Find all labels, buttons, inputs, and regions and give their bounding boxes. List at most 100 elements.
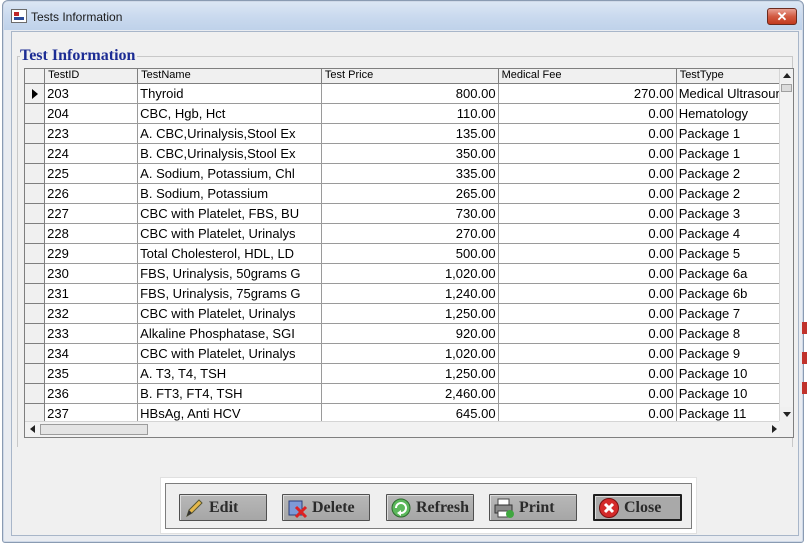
cell-medical-fee[interactable]: 0.00: [498, 363, 677, 384]
cell-testid[interactable]: 233: [44, 323, 139, 344]
cell-testid[interactable]: 232: [44, 303, 139, 324]
row-selector[interactable]: [25, 123, 46, 144]
cell-test-price[interactable]: 1,020.00: [321, 263, 499, 284]
cell-testtype[interactable]: Package 10: [676, 363, 793, 384]
cell-medical-fee[interactable]: 0.00: [498, 263, 677, 284]
cell-testname[interactable]: CBC, Hgb, Hct: [137, 103, 322, 124]
cell-testid[interactable]: 225: [44, 163, 139, 184]
table-row[interactable]: 236 B. FT3, FT4, TSH 2,460.00 0.00 Package 1…: [25, 383, 793, 404]
cell-testid[interactable]: 237: [44, 403, 139, 424]
cell-test-price[interactable]: 1,020.00: [321, 343, 499, 364]
cell-test-price[interactable]: 1,250.00: [321, 363, 499, 384]
cell-testtype[interactable]: Package 11: [676, 403, 793, 424]
cell-medical-fee[interactable]: 0.00: [498, 223, 677, 244]
cell-medical-fee[interactable]: 0.00: [498, 303, 677, 324]
table-row[interactable]: 203 Thyroid 800.00 270.00 Medical Ultrasound: [25, 83, 793, 104]
cell-testid[interactable]: 236: [44, 383, 139, 404]
cell-test-price[interactable]: 270.00: [321, 223, 499, 244]
cell-testname[interactable]: Thyroid: [137, 83, 322, 104]
cell-medical-fee[interactable]: 0.00: [498, 243, 677, 264]
cell-test-price[interactable]: 110.00: [321, 103, 499, 124]
cell-testid[interactable]: 224: [44, 143, 139, 164]
cell-testtype[interactable]: Package 8: [676, 323, 793, 344]
row-selector[interactable]: [25, 403, 46, 424]
cell-testid[interactable]: 227: [44, 203, 139, 224]
table-row[interactable]: 235 A. T3, T4, TSH 1,250.00 0.00 Package 10: [25, 363, 793, 384]
row-selector[interactable]: [25, 263, 46, 284]
cell-testname[interactable]: A. CBC,Urinalysis,Stool Ex: [137, 123, 322, 144]
cell-medical-fee[interactable]: 0.00: [498, 403, 677, 424]
vertical-scrollbar[interactable]: [779, 69, 793, 421]
cell-test-price[interactable]: 135.00: [321, 123, 499, 144]
table-row[interactable]: 234 CBC with Platelet, Urinalys 1,020.00 0.…: [25, 343, 793, 364]
cell-testid[interactable]: 204: [44, 103, 139, 124]
cell-testname[interactable]: CBC with Platelet, Urinalys: [137, 343, 322, 364]
cell-test-price[interactable]: 645.00: [321, 403, 499, 424]
cell-test-price[interactable]: 350.00: [321, 143, 499, 164]
close-button[interactable]: Close: [593, 494, 682, 521]
cell-testtype[interactable]: Hematology: [676, 103, 793, 124]
table-row[interactable]: 227 CBC with Platelet, FBS, BU 730.00 0.00 P…: [25, 203, 793, 224]
cell-testname[interactable]: A. Sodium, Potassium, Chl: [137, 163, 322, 184]
row-selector[interactable]: [25, 343, 46, 364]
cell-testtype[interactable]: Package 10: [676, 383, 793, 404]
row-selector[interactable]: [25, 103, 46, 124]
cell-testtype[interactable]: Medical Ultrasound: [676, 83, 793, 104]
cell-testtype[interactable]: Package 9: [676, 343, 793, 364]
cell-testname[interactable]: Total Cholesterol, HDL, LD: [137, 243, 322, 264]
row-selector[interactable]: [25, 223, 46, 244]
cell-testtype[interactable]: Package 5: [676, 243, 793, 264]
title-bar[interactable]: Tests Information ✕: [4, 2, 802, 30]
table-row[interactable]: 230 FBS, Urinalysis, 50grams G 1,020.00 0.0…: [25, 263, 793, 284]
cell-testtype[interactable]: Package 1: [676, 123, 793, 144]
row-selector[interactable]: [25, 303, 46, 324]
cell-testid[interactable]: 228: [44, 223, 139, 244]
row-selector[interactable]: [25, 283, 46, 304]
cell-testname[interactable]: HBsAg, Anti HCV: [137, 403, 322, 424]
table-row[interactable]: 223 A. CBC,Urinalysis,Stool Ex 135.00 0.00 P…: [25, 123, 793, 144]
cell-testname[interactable]: B. Sodium, Potassium: [137, 183, 322, 204]
vertical-scroll-thumb[interactable]: [781, 84, 792, 92]
window-close-button[interactable]: ✕: [767, 8, 797, 25]
cell-testtype[interactable]: Package 2: [676, 163, 793, 184]
row-selector[interactable]: [25, 383, 46, 404]
cell-test-price[interactable]: 920.00: [321, 323, 499, 344]
cell-medical-fee[interactable]: 0.00: [498, 123, 677, 144]
cell-test-price[interactable]: 265.00: [321, 183, 499, 204]
cell-testtype[interactable]: Package 3: [676, 203, 793, 224]
horizontal-scroll-thumb[interactable]: [40, 424, 148, 435]
cell-testtype[interactable]: Package 1: [676, 143, 793, 164]
cell-medical-fee[interactable]: 0.00: [498, 103, 677, 124]
cell-testid[interactable]: 230: [44, 263, 139, 284]
tests-data-grid[interactable]: TestID TestName Test Price Medical Fee T…: [24, 68, 794, 438]
cell-testid[interactable]: 203: [44, 83, 139, 104]
table-row[interactable]: 233 Alkaline Phosphatase, SGI 920.00 0.00 Pa…: [25, 323, 793, 344]
horizontal-scrollbar[interactable]: [25, 421, 781, 437]
cell-testname[interactable]: A. T3, T4, TSH: [137, 363, 322, 384]
cell-testname[interactable]: CBC with Platelet, FBS, BU: [137, 203, 322, 224]
scroll-down-button[interactable]: [780, 407, 793, 421]
column-header-medical-fee[interactable]: Medical Fee: [498, 69, 677, 84]
cell-testid[interactable]: 226: [44, 183, 139, 204]
scroll-left-button[interactable]: [25, 422, 39, 437]
cell-testid[interactable]: 235: [44, 363, 139, 384]
cell-testtype[interactable]: Package 7: [676, 303, 793, 324]
table-row[interactable]: 225 A. Sodium, Potassium, Chl 335.00 0.00 Pa…: [25, 163, 793, 184]
cell-test-price[interactable]: 2,460.00: [321, 383, 499, 404]
table-row[interactable]: 224 B. CBC,Urinalysis,Stool Ex 350.00 0.00 P…: [25, 143, 793, 164]
column-header-testid[interactable]: TestID: [44, 69, 139, 84]
scroll-up-button[interactable]: [780, 69, 793, 83]
cell-test-price[interactable]: 730.00: [321, 203, 499, 224]
row-selector[interactable]: [25, 323, 46, 344]
cell-testid[interactable]: 234: [44, 343, 139, 364]
table-row[interactable]: 229 Total Cholesterol, HDL, LD 500.00 0.00 P…: [25, 243, 793, 264]
cell-medical-fee[interactable]: 0.00: [498, 163, 677, 184]
table-row[interactable]: 232 CBC with Platelet, Urinalys 1,250.00 0.…: [25, 303, 793, 324]
cell-testtype[interactable]: Package 2: [676, 183, 793, 204]
table-row[interactable]: 237 HBsAg, Anti HCV 645.00 0.00 Package 11: [25, 403, 793, 424]
cell-test-price[interactable]: 1,240.00: [321, 283, 499, 304]
row-selector[interactable]: [25, 243, 46, 264]
column-header-testtype[interactable]: TestType: [676, 69, 793, 84]
cell-testid[interactable]: 229: [44, 243, 139, 264]
edit-button[interactable]: Edit: [179, 494, 267, 521]
